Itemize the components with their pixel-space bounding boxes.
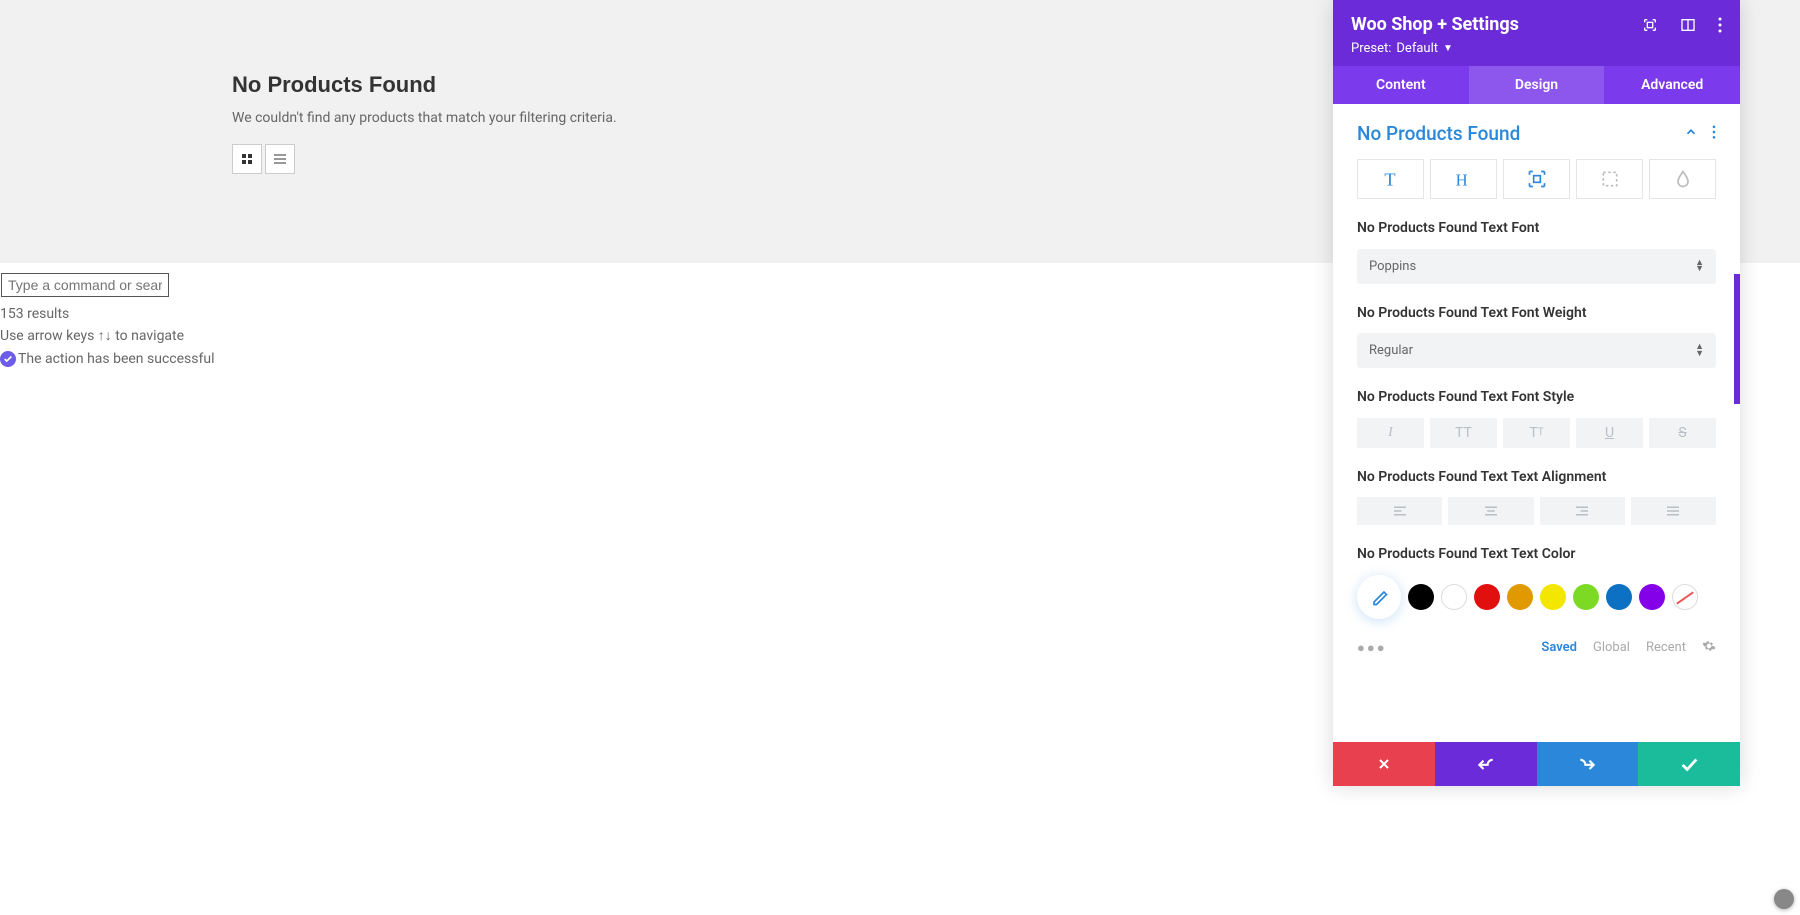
typography-heading-tab[interactable]: H [1430, 159, 1497, 199]
color-field-label: No Products Found Text Text Color [1357, 545, 1716, 565]
success-message: The action has been successful [18, 348, 214, 370]
grid-view-button[interactable] [232, 144, 262, 174]
gear-icon[interactable] [1702, 639, 1716, 657]
expand-icon[interactable] [1642, 17, 1658, 33]
list-icon [274, 154, 286, 164]
align-left-button[interactable] [1357, 497, 1442, 525]
style-field-label: No Products Found Text Font Style [1357, 388, 1716, 408]
select-caret-icon: ▲▼ [1695, 344, 1704, 357]
background-tab[interactable] [1649, 159, 1716, 199]
layout-icon[interactable] [1680, 17, 1696, 33]
command-input[interactable] [1, 273, 169, 297]
weight-select-value: Regular [1369, 343, 1413, 358]
swatch-purple[interactable] [1639, 584, 1665, 610]
grid-icon [242, 154, 252, 164]
smallcaps-button[interactable]: TT [1503, 418, 1570, 448]
font-select[interactable]: Poppins ▲▼ [1357, 249, 1716, 284]
panel-footer [1333, 742, 1740, 786]
tabs: Content Design Advanced [1333, 66, 1740, 104]
chevron-down-icon: ▼ [1443, 43, 1453, 54]
close-button[interactable] [1333, 742, 1435, 786]
panel-title: Woo Shop + Settings [1351, 14, 1519, 35]
preset-label: Preset: [1351, 41, 1391, 56]
eyedropper-button[interactable] [1357, 575, 1401, 619]
settings-panel: Woo Shop + Settings Preset: Default ▼ Co… [1333, 0, 1740, 786]
swatch-black[interactable] [1408, 584, 1434, 610]
align-field-label: No Products Found Text Text Alignment [1357, 468, 1716, 488]
swatch-red[interactable] [1474, 584, 1500, 610]
swatch-none[interactable] [1672, 584, 1698, 610]
palette-saved-link[interactable]: Saved [1541, 640, 1577, 655]
tab-design[interactable]: Design [1469, 66, 1605, 104]
svg-text:T: T [1384, 170, 1395, 189]
section-title[interactable]: No Products Found [1357, 122, 1520, 145]
tab-advanced[interactable]: Advanced [1604, 66, 1740, 104]
spacing-tab[interactable] [1503, 159, 1570, 199]
align-center-button[interactable] [1448, 497, 1533, 525]
swatch-white[interactable] [1441, 584, 1467, 610]
palette-global-link[interactable]: Global [1593, 640, 1630, 655]
strikethrough-button[interactable]: S [1649, 418, 1716, 448]
scrollbar-thumb[interactable] [1734, 274, 1740, 404]
collapse-icon[interactable] [1684, 124, 1698, 143]
check-circle-icon [0, 351, 16, 367]
swatch-blue[interactable] [1606, 584, 1632, 610]
weight-select[interactable]: Regular ▲▼ [1357, 333, 1716, 368]
section-more-icon[interactable] [1712, 124, 1716, 143]
border-tab[interactable] [1576, 159, 1643, 199]
swatch-green[interactable] [1573, 584, 1599, 610]
palette-recent-link[interactable]: Recent [1646, 640, 1686, 655]
select-caret-icon: ▲▼ [1695, 260, 1704, 273]
font-select-value: Poppins [1369, 259, 1416, 274]
align-justify-button[interactable] [1631, 497, 1716, 525]
align-right-button[interactable] [1540, 497, 1625, 525]
swatch-yellow[interactable] [1540, 584, 1566, 610]
underline-button[interactable]: U [1576, 418, 1643, 448]
more-colors-button[interactable]: ●●● [1357, 640, 1387, 656]
panel-body[interactable]: No Products Found T H No Products Found … [1333, 104, 1740, 742]
redo-button[interactable] [1537, 742, 1639, 786]
svg-text:H: H [1455, 171, 1467, 189]
swatch-orange[interactable] [1507, 584, 1533, 610]
tab-content[interactable]: Content [1333, 66, 1469, 104]
panel-header: Woo Shop + Settings Preset: Default ▼ [1333, 0, 1740, 66]
help-bubble[interactable] [1774, 889, 1794, 909]
undo-button[interactable] [1435, 742, 1537, 786]
weight-field-label: No Products Found Text Font Weight [1357, 304, 1716, 324]
more-vert-icon[interactable] [1718, 17, 1722, 33]
uppercase-button[interactable]: TT [1430, 418, 1497, 448]
preset-value: Default [1396, 41, 1438, 56]
save-button[interactable] [1638, 742, 1740, 786]
list-view-button[interactable] [265, 144, 295, 174]
italic-button[interactable]: I [1357, 418, 1424, 448]
typography-text-tab[interactable]: T [1357, 159, 1424, 199]
font-field-label: No Products Found Text Font [1357, 219, 1716, 239]
preset-dropdown[interactable]: Preset: Default ▼ [1351, 41, 1722, 56]
